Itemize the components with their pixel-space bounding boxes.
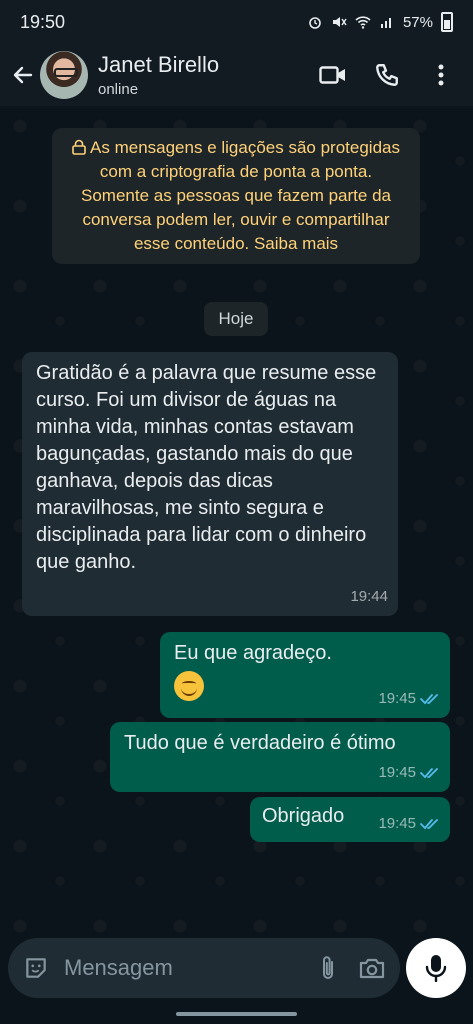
more-vertical-icon bbox=[438, 64, 444, 86]
message-time: 19:45 bbox=[378, 764, 416, 781]
status-time: 19:50 bbox=[20, 11, 66, 32]
paperclip-icon bbox=[323, 956, 333, 979]
message-bubble-outgoing[interactable]: Eu que agradeço. 19:45 bbox=[160, 632, 450, 718]
message-time: 19:44 bbox=[350, 588, 388, 605]
signal-icon bbox=[380, 18, 391, 28]
contact-name: Janet Birello bbox=[98, 52, 220, 77]
message-meta: 19:44 bbox=[350, 583, 388, 610]
avatar[interactable] bbox=[40, 51, 88, 99]
header-actions bbox=[319, 61, 465, 89]
video-call-button[interactable] bbox=[319, 61, 347, 89]
wifi-icon bbox=[355, 16, 371, 29]
chat-header: Janet Birello online bbox=[0, 44, 473, 106]
lock-icon bbox=[72, 139, 86, 155]
message-input[interactable]: Mensagem bbox=[64, 955, 298, 981]
encryption-notice[interactable]: As mensagens e ligações são protegidas c… bbox=[52, 128, 420, 264]
message-time: 19:45 bbox=[378, 690, 416, 707]
message-text: Obrigado bbox=[262, 805, 345, 827]
arrow-left-icon bbox=[13, 66, 33, 84]
encryption-text: As mensagens e ligações são protegidas c… bbox=[81, 138, 400, 253]
message-time: 19:45 bbox=[378, 815, 416, 832]
message-bubble-outgoing[interactable]: Obrigado 19:45 bbox=[250, 797, 450, 842]
video-camera-icon bbox=[319, 66, 345, 84]
date-separator: Hoje bbox=[204, 302, 268, 336]
message-meta: 19:45 bbox=[378, 685, 440, 712]
voice-message-button[interactable] bbox=[406, 938, 466, 998]
contact-status: online bbox=[98, 81, 139, 98]
battery-percent: 57% bbox=[402, 13, 433, 31]
camera-icon bbox=[359, 958, 385, 979]
message-text: Tudo que é verdadeiro é ótimo bbox=[124, 732, 396, 754]
camera-button[interactable] bbox=[358, 954, 386, 982]
alarm-icon bbox=[309, 17, 321, 29]
attach-button[interactable] bbox=[314, 954, 342, 982]
back-button[interactable] bbox=[8, 60, 38, 90]
sticker-icon bbox=[26, 958, 46, 978]
smiling-face-emoji-icon bbox=[174, 671, 204, 701]
message-meta: 19:45 bbox=[378, 759, 440, 786]
status-bar: 19:50 57% bbox=[0, 0, 473, 44]
voice-call-button[interactable] bbox=[373, 61, 401, 89]
battery-icon bbox=[441, 12, 453, 32]
contact-info[interactable]: Janet Birello online bbox=[98, 52, 219, 98]
message-meta: 19:45 bbox=[378, 810, 440, 837]
chat-area[interactable]: As mensagens e ligações são protegidas c… bbox=[0, 106, 473, 936]
message-text: Eu que agradeço. bbox=[174, 642, 332, 664]
phone-icon bbox=[376, 64, 398, 86]
system-icons: 57% bbox=[307, 12, 453, 32]
more-options-button[interactable] bbox=[427, 61, 455, 89]
mute-icon bbox=[332, 17, 347, 27]
message-bubble-incoming[interactable]: Gratidão é a palavra que resume esse cur… bbox=[22, 352, 398, 616]
sticker-button[interactable] bbox=[22, 954, 50, 982]
message-text: Gratidão é a palavra que resume esse cur… bbox=[36, 362, 377, 573]
double-check-read-icon bbox=[420, 767, 438, 778]
double-check-read-icon bbox=[420, 693, 438, 704]
microphone-icon bbox=[425, 955, 447, 982]
gesture-home-bar[interactable] bbox=[176, 1012, 297, 1016]
double-check-read-icon bbox=[420, 818, 438, 829]
message-bubble-outgoing[interactable]: Tudo que é verdadeiro é ótimo 19:45 bbox=[110, 722, 450, 792]
message-composer[interactable]: Mensagem bbox=[8, 938, 400, 998]
